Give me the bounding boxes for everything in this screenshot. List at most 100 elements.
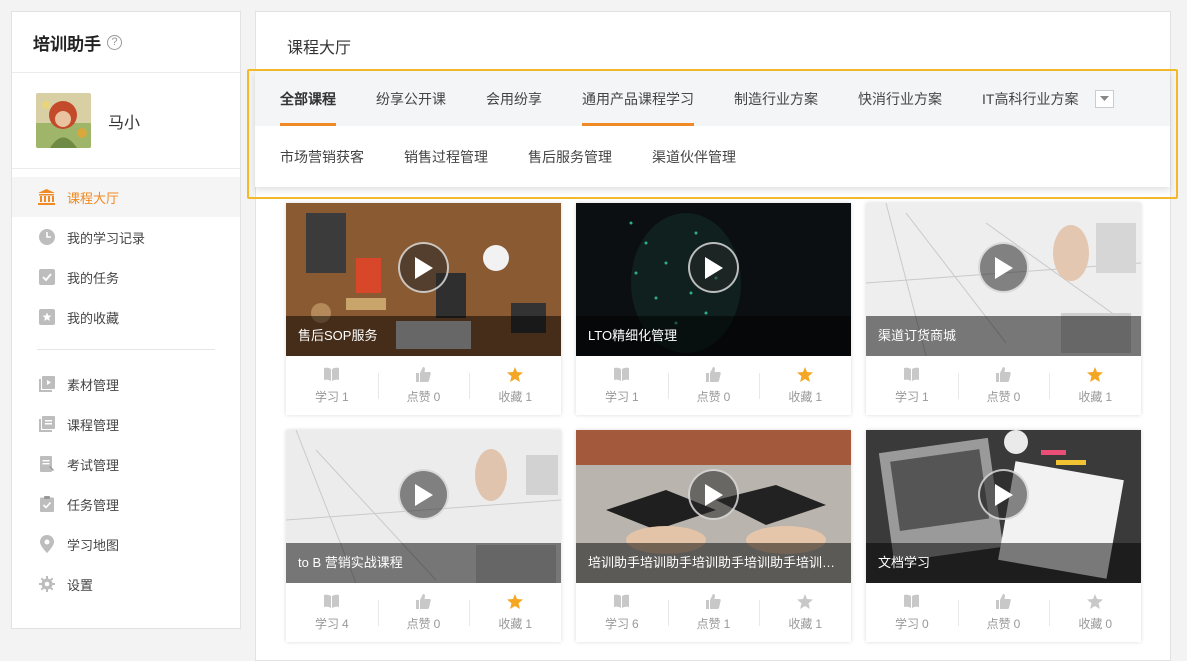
tab-sales-process[interactable]: 销售过程管理 xyxy=(404,147,488,167)
course-thumbnail[interactable]: to B 营销实战课程 xyxy=(286,430,561,583)
like-label: 点赞 xyxy=(986,389,1011,404)
favorite-stat[interactable]: 收藏 1 xyxy=(1049,366,1141,405)
tab-manufacturing[interactable]: 制造行业方案 xyxy=(734,71,818,126)
course-thumbnail[interactable]: 文档学习 xyxy=(866,430,1141,583)
star-icon xyxy=(507,593,524,609)
study-label: 学习 xyxy=(604,616,629,631)
course-card[interactable]: 售后SOP服务 学习 1 点赞 0 收藏 1 xyxy=(286,203,561,415)
sidebar-menu: 课程大厅 我的学习记录 我的任务 我的收藏 素材管理 课程管理 考试管理 任务管… xyxy=(12,169,240,604)
study-stat: 学习 6 xyxy=(576,594,668,632)
course-card[interactable]: 培训助手培训助手培训助手培训助手培训助手培训助手 学习6 点赞1 收藏1 xyxy=(576,430,851,642)
sidebar-item-task-mgmt[interactable]: 任务管理 xyxy=(12,484,240,524)
sidebar-item-learning-map[interactable]: 学习地图 xyxy=(12,524,240,564)
study-count: 0 xyxy=(922,616,929,631)
favorite-stat[interactable]: 收藏 1 xyxy=(469,593,561,632)
sidebar-item-label: 素材管理 xyxy=(67,377,120,393)
course-list-icon xyxy=(38,416,55,433)
course-stats: 学习 1 点赞 0 收藏 1 xyxy=(866,356,1141,415)
favorite-count: 1 xyxy=(815,616,823,631)
sidebar: 培训助手 ? 马小 课程大厅 我的学习记录 我的任务 我的收藏 素材管理 课程管… xyxy=(11,11,241,629)
sidebar-header: 培训助手 ? xyxy=(12,12,240,73)
study-count: 1 xyxy=(342,389,349,404)
play-button[interactable] xyxy=(978,242,1029,293)
tab-all-courses[interactable]: 全部课程 xyxy=(280,71,336,126)
tab-general-product[interactable]: 通用产品课程学习 xyxy=(582,71,694,126)
sidebar-item-course-mgmt[interactable]: 课程管理 xyxy=(12,404,240,444)
course-card[interactable]: to B 营销实战课程 学习 4 点赞 0 收藏 1 xyxy=(286,430,561,642)
favorite-label: 收藏 xyxy=(788,616,813,631)
sidebar-item-label: 我的收藏 xyxy=(67,310,120,326)
tab-after-sales[interactable]: 售后服务管理 xyxy=(528,147,612,167)
play-button[interactable] xyxy=(688,242,739,293)
course-title: to B 营销实战课程 xyxy=(286,543,561,583)
thumbs-up-icon xyxy=(416,593,431,609)
book-icon xyxy=(324,594,340,608)
play-button[interactable] xyxy=(398,469,449,520)
play-icon xyxy=(414,256,433,279)
favorite-stat[interactable]: 收藏 1 xyxy=(469,366,561,405)
tab-channel-partner[interactable]: 渠道伙伴管理 xyxy=(652,147,736,167)
course-stats: 学习 1 点赞 0 收藏 1 xyxy=(576,356,851,415)
star-icon xyxy=(507,366,524,382)
like-stat[interactable]: 点赞 0 xyxy=(957,593,1050,632)
course-stats: 学习 1 点赞 0 收藏 1 xyxy=(286,356,561,415)
thumbs-up-icon xyxy=(996,593,1011,609)
favorite-stat[interactable]: 收藏 1 xyxy=(759,593,851,632)
like-label: 点赞 xyxy=(696,616,721,631)
favorite-label: 收藏 xyxy=(498,616,523,631)
course-card[interactable]: 文档学习 学习 0 点赞 0 收藏 0 xyxy=(866,430,1141,642)
sidebar-item-settings[interactable]: 设置 xyxy=(12,564,240,604)
tab-marketing[interactable]: 市场营销获客 xyxy=(280,147,364,167)
star-icon xyxy=(1087,593,1104,609)
sidebar-item-material-mgmt[interactable]: 素材管理 xyxy=(12,364,240,404)
like-stat[interactable]: 点赞 0 xyxy=(957,366,1050,405)
course-thumbnail[interactable]: LTO精细化管理 xyxy=(576,203,851,356)
course-thumbnail[interactable]: 渠道订货商城 xyxy=(866,203,1141,356)
study-label: 学习 xyxy=(314,616,339,631)
play-button[interactable] xyxy=(978,469,1029,520)
like-stat[interactable]: 点赞 1 xyxy=(667,593,760,632)
sidebar-item-course-hall[interactable]: 课程大厅 xyxy=(12,177,240,217)
favorite-stat[interactable]: 收藏 1 xyxy=(759,366,851,405)
thumbs-up-icon xyxy=(416,366,431,382)
like-stat[interactable]: 点赞 0 xyxy=(377,593,470,632)
sidebar-item-exam-mgmt[interactable]: 考试管理 xyxy=(12,444,240,484)
like-count: 0 xyxy=(723,389,731,404)
tab-fmcg[interactable]: 快消行业方案 xyxy=(858,71,942,126)
sidebar-item-label: 课程大厅 xyxy=(67,190,120,206)
favorite-count: 1 xyxy=(1105,389,1113,404)
course-thumbnail[interactable]: 培训助手培训助手培训助手培训助手培训助手培训助手 xyxy=(576,430,851,583)
thumbs-up-icon xyxy=(706,366,721,382)
play-button[interactable] xyxy=(398,242,449,293)
tab-how-to-use[interactable]: 会用纷享 xyxy=(486,71,542,126)
help-icon[interactable]: ? xyxy=(107,34,122,50)
study-label: 学习 xyxy=(894,616,919,631)
more-categories-dropdown[interactable] xyxy=(1095,89,1115,108)
play-icon xyxy=(994,256,1013,279)
tab-it-hightech[interactable]: IT高科行业方案 xyxy=(982,71,1078,126)
play-button[interactable] xyxy=(688,469,739,520)
course-thumbnail[interactable]: 售后SOP服务 xyxy=(286,203,561,356)
sidebar-item-study-record[interactable]: 我的学习记录 xyxy=(12,217,240,257)
course-card[interactable]: 渠道订货商城 学习 1 点赞 0 收藏 1 xyxy=(866,203,1141,415)
course-title: LTO精细化管理 xyxy=(576,316,851,356)
favorite-label: 收藏 xyxy=(1078,389,1103,404)
course-title: 文档学习 xyxy=(866,543,1141,583)
thumbs-up-icon xyxy=(996,366,1011,382)
gear-icon xyxy=(38,576,55,593)
like-label: 点赞 xyxy=(406,389,431,404)
sidebar-item-label: 设置 xyxy=(67,577,94,593)
favorite-label: 收藏 xyxy=(1078,616,1103,631)
tab-public-courses[interactable]: 纷享公开课 xyxy=(376,71,446,126)
sidebar-item-my-tasks[interactable]: 我的任务 xyxy=(12,257,240,297)
course-card[interactable]: LTO精细化管理 学习 1 点赞 0 收藏 1 xyxy=(576,203,851,415)
avatar[interactable] xyxy=(36,93,91,148)
favorite-stat[interactable]: 收藏 0 xyxy=(1049,593,1141,632)
thumbs-up-icon xyxy=(706,593,721,609)
study-count: 1 xyxy=(632,389,639,404)
like-stat[interactable]: 点赞 0 xyxy=(667,366,760,405)
play-icon xyxy=(414,483,433,506)
sidebar-item-my-favorites[interactable]: 我的收藏 xyxy=(12,297,240,337)
study-stat: 学习 4 xyxy=(286,594,378,632)
like-stat[interactable]: 点赞 0 xyxy=(377,366,470,405)
